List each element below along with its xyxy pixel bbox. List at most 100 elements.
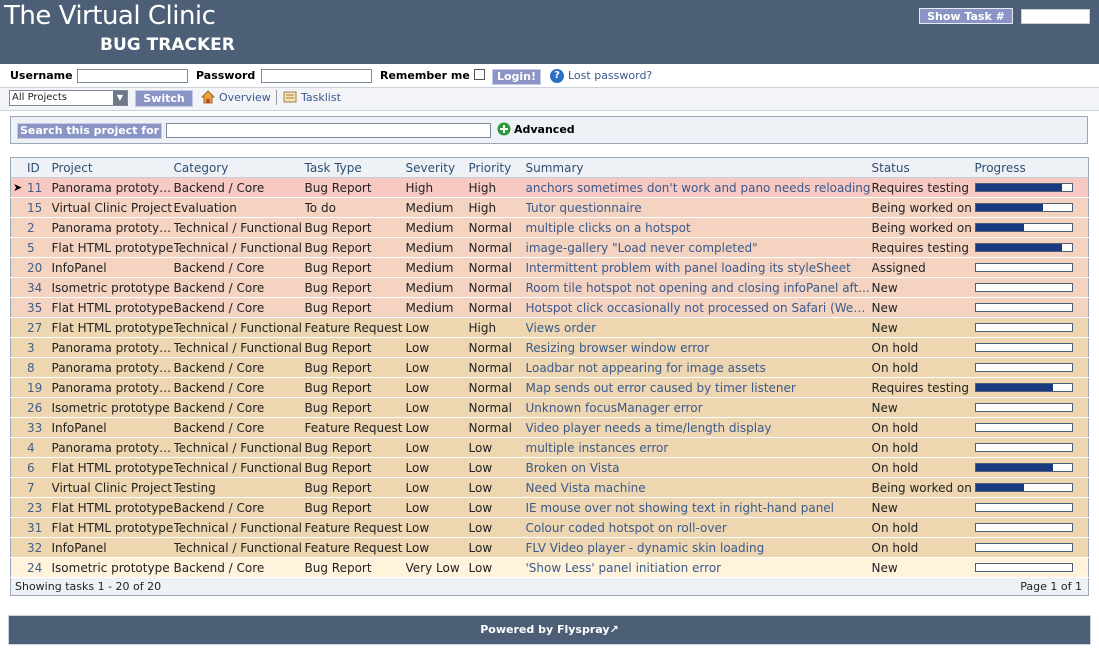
cell-project: InfoPanel xyxy=(51,537,174,558)
table-row[interactable]: 7 Virtual Clinic Project Testing Bug Report… xyxy=(10,477,1089,498)
cell-id[interactable]: 31 xyxy=(10,517,52,538)
table-row[interactable]: 5 Flat HTML prototype Technical / Function… xyxy=(10,237,1089,258)
cell-id[interactable]: 35 xyxy=(10,297,52,318)
table-row[interactable]: 3 Panorama prototype Technical / Functiona… xyxy=(10,337,1089,358)
overview-link[interactable]: Overview xyxy=(219,91,271,104)
show-task-input[interactable] xyxy=(1021,9,1090,24)
remember-checkbox[interactable] xyxy=(474,69,485,80)
search-button[interactable]: Search this project for xyxy=(17,123,162,139)
cell-category: Backend / Core xyxy=(173,357,305,378)
cell-summary[interactable]: Tutor questionnaire xyxy=(525,197,872,218)
table-row[interactable]: 11 ➤ Panorama prototype Backend / Core Bug R… xyxy=(10,177,1089,198)
cell-id[interactable]: 32 xyxy=(10,537,52,558)
cell-summary[interactable]: Broken on Vista xyxy=(525,457,872,478)
table-row[interactable]: 31 Flat HTML prototype Technical / Functio… xyxy=(10,517,1089,538)
login-button[interactable]: Login! xyxy=(492,69,541,85)
cell-id[interactable]: 2 xyxy=(10,217,52,238)
cell-summary[interactable]: Unknown focusManager error xyxy=(525,397,872,418)
cell-summary[interactable]: multiple instances error xyxy=(525,437,872,458)
table-row[interactable]: 8 Panorama prototype Backend / Core Bug Rep… xyxy=(10,357,1089,378)
table-row[interactable]: 33 InfoPanel Backend / Core Feature Request… xyxy=(10,417,1089,438)
column-header-severity[interactable]: Severity xyxy=(405,157,469,178)
cell-id[interactable]: 20 xyxy=(10,257,52,278)
cell-id[interactable]: 27 xyxy=(10,317,52,338)
username-input[interactable] xyxy=(77,69,188,83)
cell-summary[interactable]: Video player needs a time/length display xyxy=(525,417,872,438)
switch-button[interactable]: Switch xyxy=(135,90,193,107)
cell-summary[interactable]: Map sends out error caused by timer list… xyxy=(525,377,872,398)
cell-summary[interactable]: multiple clicks on a hotspot xyxy=(525,217,872,238)
cell-summary[interactable]: FLV Video player - dynamic skin loading xyxy=(525,537,872,558)
cell-id[interactable]: 24 xyxy=(10,557,52,578)
table-row[interactable]: 26 Isometric prototype Backend / Core Bug R… xyxy=(10,397,1089,418)
cell-summary[interactable]: Intermittent problem with panel loading … xyxy=(525,257,872,278)
cell-summary[interactable]: Need Vista machine xyxy=(525,477,872,498)
table-row[interactable]: 6 Flat HTML prototype Technical / Function… xyxy=(10,457,1089,478)
cell-priority: Normal xyxy=(468,297,526,318)
cell-summary[interactable]: IE mouse over not showing text in right-… xyxy=(525,497,872,518)
cell-summary[interactable]: Colour coded hotspot on roll-over xyxy=(525,517,872,538)
cell-id[interactable]: 11 ➤ xyxy=(10,177,52,198)
cell-id[interactable]: 19 xyxy=(10,377,52,398)
cell-id[interactable]: 6 xyxy=(10,457,52,478)
cell-summary[interactable]: Loadbar not appearing for image assets xyxy=(525,357,872,378)
table-row[interactable]: 19 Panorama prototype Backend / Core Bug Re… xyxy=(10,377,1089,398)
table-row[interactable]: 35 Flat HTML prototype Backend / Core Bug R… xyxy=(10,297,1089,318)
search-input[interactable] xyxy=(166,123,491,138)
column-header-category[interactable]: Category xyxy=(173,157,305,178)
cell-status: New xyxy=(871,277,975,298)
plus-icon[interactable] xyxy=(497,122,511,136)
cell-summary[interactable]: Resizing browser window error xyxy=(525,337,872,358)
cell-status: New xyxy=(871,297,975,318)
cell-summary[interactable]: image-gallery "Load never completed" xyxy=(525,237,872,258)
cell-category: Backend / Core xyxy=(173,417,305,438)
table-row[interactable]: 2 Panorama prototype Technical / Functiona… xyxy=(10,217,1089,238)
lost-password-link[interactable]: Lost password? xyxy=(568,69,652,82)
cell-id[interactable]: 4 xyxy=(10,437,52,458)
cell-summary[interactable]: Views order xyxy=(525,317,872,338)
column-header-status[interactable]: Status xyxy=(871,157,975,178)
column-header-task-type[interactable]: Task Type xyxy=(304,157,406,178)
table-row[interactable]: 20 InfoPanel Backend / Core Bug Report Mediu… xyxy=(10,257,1089,278)
cell-priority: Normal xyxy=(468,377,526,398)
show-task-button[interactable]: Show Task # xyxy=(919,8,1013,24)
column-header-priority[interactable]: Priority xyxy=(468,157,526,178)
cell-id[interactable]: 7 xyxy=(10,477,52,498)
cell-priority: Low xyxy=(468,517,526,538)
cell-type: Feature Request xyxy=(304,517,406,538)
table-row[interactable]: 15 Virtual Clinic Project Evaluation To do M… xyxy=(10,197,1089,218)
table-row[interactable]: 32 InfoPanel Technical / Functional Feature… xyxy=(10,537,1089,558)
cell-summary[interactable]: anchors sometimes don't work and pano ne… xyxy=(525,177,872,198)
project-select[interactable]: All Projects ▼ xyxy=(9,90,128,106)
cell-id[interactable]: 26 xyxy=(10,397,52,418)
column-header-progress[interactable]: Progress xyxy=(974,157,1089,178)
column-header-id[interactable]: ID xyxy=(10,157,52,178)
cell-id[interactable]: 3 xyxy=(10,337,52,358)
cell-id[interactable]: 15 xyxy=(10,197,52,218)
progress-bar xyxy=(974,323,1073,332)
cell-severity: Medium xyxy=(405,217,469,238)
cell-project: Panorama prototype xyxy=(51,177,174,198)
table-row[interactable]: 4 Panorama prototype Technical / Functiona… xyxy=(10,437,1089,458)
cell-summary[interactable]: 'Show Less' panel initiation error xyxy=(525,557,872,578)
cell-id[interactable]: 5 xyxy=(10,237,52,258)
table-row[interactable]: 34 Isometric prototype Backend / Core Bug R… xyxy=(10,277,1089,298)
table-row[interactable]: 24 Isometric prototype Backend / Core Bug R… xyxy=(10,557,1089,578)
column-header-project[interactable]: Project xyxy=(51,157,174,178)
advanced-search-link[interactable]: Advanced xyxy=(514,123,575,136)
cell-summary[interactable]: Room tile hotspot not opening and closin… xyxy=(525,277,872,298)
cell-id[interactable]: 23 xyxy=(10,497,52,518)
cell-id[interactable]: 8 xyxy=(10,357,52,378)
cell-severity: Low xyxy=(405,437,469,458)
column-header-summary[interactable]: Summary xyxy=(525,157,872,178)
cell-summary[interactable]: Hotspot click occasionally not processed… xyxy=(525,297,872,318)
cell-id[interactable]: 34 xyxy=(10,277,52,298)
tasklist-link[interactable]: Tasklist xyxy=(301,91,341,104)
help-icon[interactable]: ? xyxy=(550,69,564,83)
table-row[interactable]: 27 Flat HTML prototype Technical / Functio… xyxy=(10,317,1089,338)
cell-project: Flat HTML prototype xyxy=(51,297,174,318)
powered-by-link[interactable]: Powered by Flyspray xyxy=(480,623,609,636)
cell-id[interactable]: 33 xyxy=(10,417,52,438)
password-input[interactable] xyxy=(261,69,372,83)
table-row[interactable]: 23 Flat HTML prototype Backend / Core Bug R… xyxy=(10,497,1089,518)
